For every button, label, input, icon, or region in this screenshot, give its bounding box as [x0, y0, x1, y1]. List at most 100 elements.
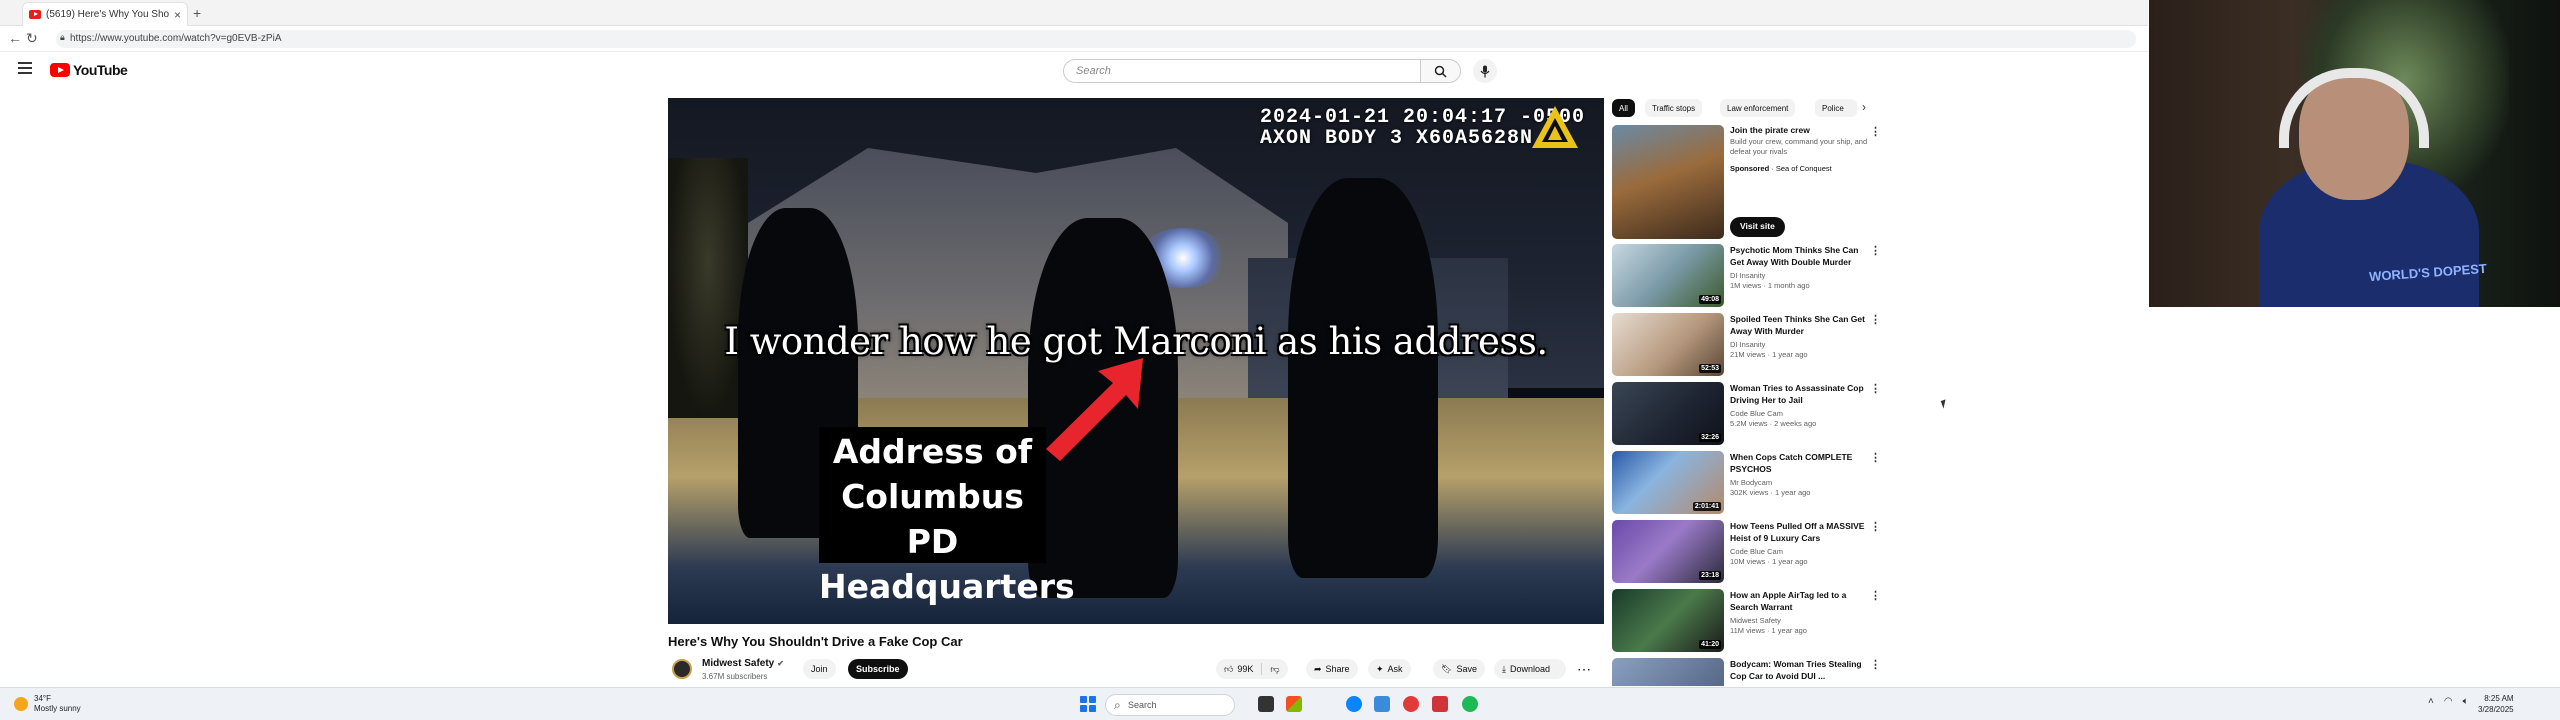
url-field[interactable]: 🔒︎ https://www.youtube.com/watch?v=g0EVB…: [56, 30, 2136, 48]
sponsored-item[interactable]: Join the pirate crew Build your crew, co…: [1612, 125, 1882, 239]
download-button[interactable]: ⤓ Download: [1494, 659, 1566, 679]
copilot-icon[interactable]: [1286, 696, 1302, 712]
related-title[interactable]: Spoiled Teen Thinks She Can Get Away Wit…: [1730, 313, 1866, 337]
related-video[interactable]: 52:53 Spoiled Teen Thinks She Can Get Aw…: [1612, 313, 1882, 379]
advertiser-name: Sea of Conquest: [1775, 164, 1832, 173]
more-options-icon[interactable]: ⋮: [1870, 244, 1881, 257]
sponsored-label: Sponsored · Sea of Conquest: [1730, 164, 1832, 173]
more-options-icon[interactable]: ⋮: [1870, 658, 1881, 671]
related-video[interactable]: 41:20 How an Apple AirTag led to a Searc…: [1612, 589, 1882, 655]
new-tab-button[interactable]: +: [193, 5, 201, 21]
more-options-icon[interactable]: ⋮: [1870, 382, 1881, 395]
officer-silhouette: [1288, 178, 1438, 578]
sponsored-tag: Sponsored: [1730, 164, 1770, 173]
related-video[interactable]: 23:18 How Teens Pulled Off a MASSIVE Hei…: [1612, 520, 1882, 586]
chrome-icon[interactable]: [1403, 696, 1419, 712]
spotify-icon[interactable]: [1462, 696, 1478, 712]
join-button[interactable]: Join: [803, 659, 836, 679]
chevron-right-icon[interactable]: ›: [1862, 100, 1866, 114]
video-thumbnail[interactable]: [1612, 658, 1724, 686]
related-meta: 1M views · 1 month ago: [1730, 281, 1810, 290]
task-view-icon[interactable]: [1258, 696, 1274, 712]
windows-start-icon[interactable]: [1080, 696, 1096, 712]
file-explorer-icon[interactable]: [1374, 696, 1390, 712]
sponsored-title[interactable]: Join the pirate crew: [1730, 125, 1810, 135]
clock-date: 3/28/2025: [2478, 705, 2514, 714]
thumbs-up-icon: 👍︎: [1224, 663, 1234, 674]
chevron-up-icon[interactable]: ˄: [2428, 696, 2434, 707]
video-thumbnail[interactable]: 52:53: [1612, 313, 1724, 376]
video-title: Here's Why You Shouldn't Drive a Fake Co…: [668, 634, 963, 649]
chip-all[interactable]: All: [1612, 99, 1635, 117]
search-input[interactable]: Search: [1063, 59, 1421, 83]
more-options-icon[interactable]: ⋮: [1870, 520, 1881, 533]
related-video[interactable]: Bodycam: Woman Tries Stealing Cop Car to…: [1612, 658, 1882, 686]
video-thumbnail[interactable]: 41:20: [1612, 589, 1724, 652]
taskbar-search[interactable]: Search: [1105, 694, 1235, 716]
related-title[interactable]: How an Apple AirTag led to a Search Warr…: [1730, 589, 1866, 613]
related-channel[interactable]: Code Blue Cam: [1730, 409, 1783, 418]
share-label: Share: [1325, 664, 1350, 674]
chip-law-enforcement[interactable]: Law enforcement: [1720, 99, 1796, 117]
refresh-icon[interactable]: ↻: [26, 30, 38, 47]
video-thumbnail[interactable]: 49:08: [1612, 244, 1724, 307]
related-video[interactable]: 49:08 Psychotic Mom Thinks She Can Get A…: [1612, 244, 1882, 310]
mouse-cursor: [1940, 399, 1949, 409]
close-icon[interactable]: ×: [174, 8, 181, 22]
edge-icon[interactable]: [1346, 696, 1362, 712]
channel-name[interactable]: Midwest Safety ✔: [702, 658, 784, 669]
related-video[interactable]: 2:01:41 When Cops Catch COMPLETE PSYCHOS…: [1612, 451, 1882, 517]
save-button[interactable]: 🔖︎ Save: [1433, 659, 1485, 679]
more-options-icon[interactable]: ⋮: [1870, 589, 1881, 602]
video-thumbnail[interactable]: 32:26: [1612, 382, 1724, 445]
search-button[interactable]: [1421, 59, 1461, 83]
app-icon[interactable]: [1432, 696, 1448, 712]
thumbs-down-icon[interactable]: 👎︎: [1270, 664, 1279, 675]
related-title[interactable]: Psychotic Mom Thinks She Can Get Away Wi…: [1730, 244, 1866, 268]
sparkle-icon: ✦: [1376, 663, 1384, 674]
more-options-icon[interactable]: ⋮: [1870, 451, 1881, 464]
ask-button[interactable]: ✦ Ask: [1368, 659, 1411, 679]
logo-text: YouTube: [73, 62, 128, 78]
chip-police[interactable]: Police: [1815, 99, 1857, 117]
related-title[interactable]: Bodycam: Woman Tries Stealing Cop Car to…: [1730, 658, 1866, 682]
subscribe-button[interactable]: Subscribe: [848, 659, 908, 679]
channel-avatar[interactable]: [672, 659, 692, 679]
speaker-icon[interactable]: 🔈︎: [2463, 696, 2469, 707]
more-actions-button[interactable]: ⋯: [1573, 659, 1595, 679]
more-options-icon[interactable]: ⋮: [1870, 125, 1881, 138]
chip-traffic-stops[interactable]: Traffic stops: [1645, 99, 1703, 117]
lock-icon: 🔒︎: [60, 32, 65, 42]
related-title[interactable]: When Cops Catch COMPLETE PSYCHOS: [1730, 451, 1866, 475]
related-channel[interactable]: DI Insanity: [1730, 340, 1765, 349]
more-options-icon[interactable]: ⋮: [1870, 313, 1881, 326]
visit-site-button[interactable]: Visit site: [1730, 217, 1785, 237]
clock-time: 8:25 AM: [2484, 694, 2514, 703]
like-count: 99K: [1237, 664, 1254, 674]
like-divider: [1261, 663, 1263, 675]
related-title[interactable]: Woman Tries to Assassinate Cop Driving H…: [1730, 382, 1866, 406]
related-channel[interactable]: Code Blue Cam: [1730, 547, 1783, 556]
share-button[interactable]: ➦ Share: [1306, 659, 1358, 679]
sun-icon: [14, 697, 28, 711]
hamburger-menu-icon[interactable]: [18, 62, 32, 74]
video-thumbnail[interactable]: 2:01:41: [1612, 451, 1724, 514]
clock[interactable]: 8:25 AM 3/28/2025: [2478, 693, 2514, 715]
youtube-logo[interactable]: YouTube: [50, 62, 128, 78]
tab-bar: (5619) Here's Why You Shoul... × +: [0, 0, 2148, 26]
related-video[interactable]: 32:26 Woman Tries to Assassinate Cop Dri…: [1612, 382, 1882, 448]
video-tree: [668, 158, 748, 418]
related-channel[interactable]: DI Insanity: [1730, 271, 1765, 280]
weather-widget[interactable]: 34°F Mostly sunny: [14, 694, 81, 714]
sponsored-thumbnail[interactable]: [1612, 125, 1724, 239]
back-icon[interactable]: ←: [8, 30, 22, 46]
video-player[interactable]: 2024-01-21 20:04:17 -0500 AXON BODY 3 X6…: [668, 98, 1604, 624]
wifi-icon[interactable]: ◠: [2444, 696, 2453, 707]
like-button[interactable]: 👍︎ 99K 👎︎: [1216, 659, 1288, 679]
video-thumbnail[interactable]: 23:18: [1612, 520, 1724, 583]
related-channel[interactable]: Mr Bodycam: [1730, 478, 1772, 487]
browser-tab[interactable]: (5619) Here's Why You Shoul... ×: [22, 2, 188, 26]
related-channel[interactable]: Midwest Safety: [1730, 616, 1781, 625]
related-title[interactable]: How Teens Pulled Off a MASSIVE Heist of …: [1730, 520, 1866, 544]
voice-search-button[interactable]: [1473, 59, 1497, 83]
